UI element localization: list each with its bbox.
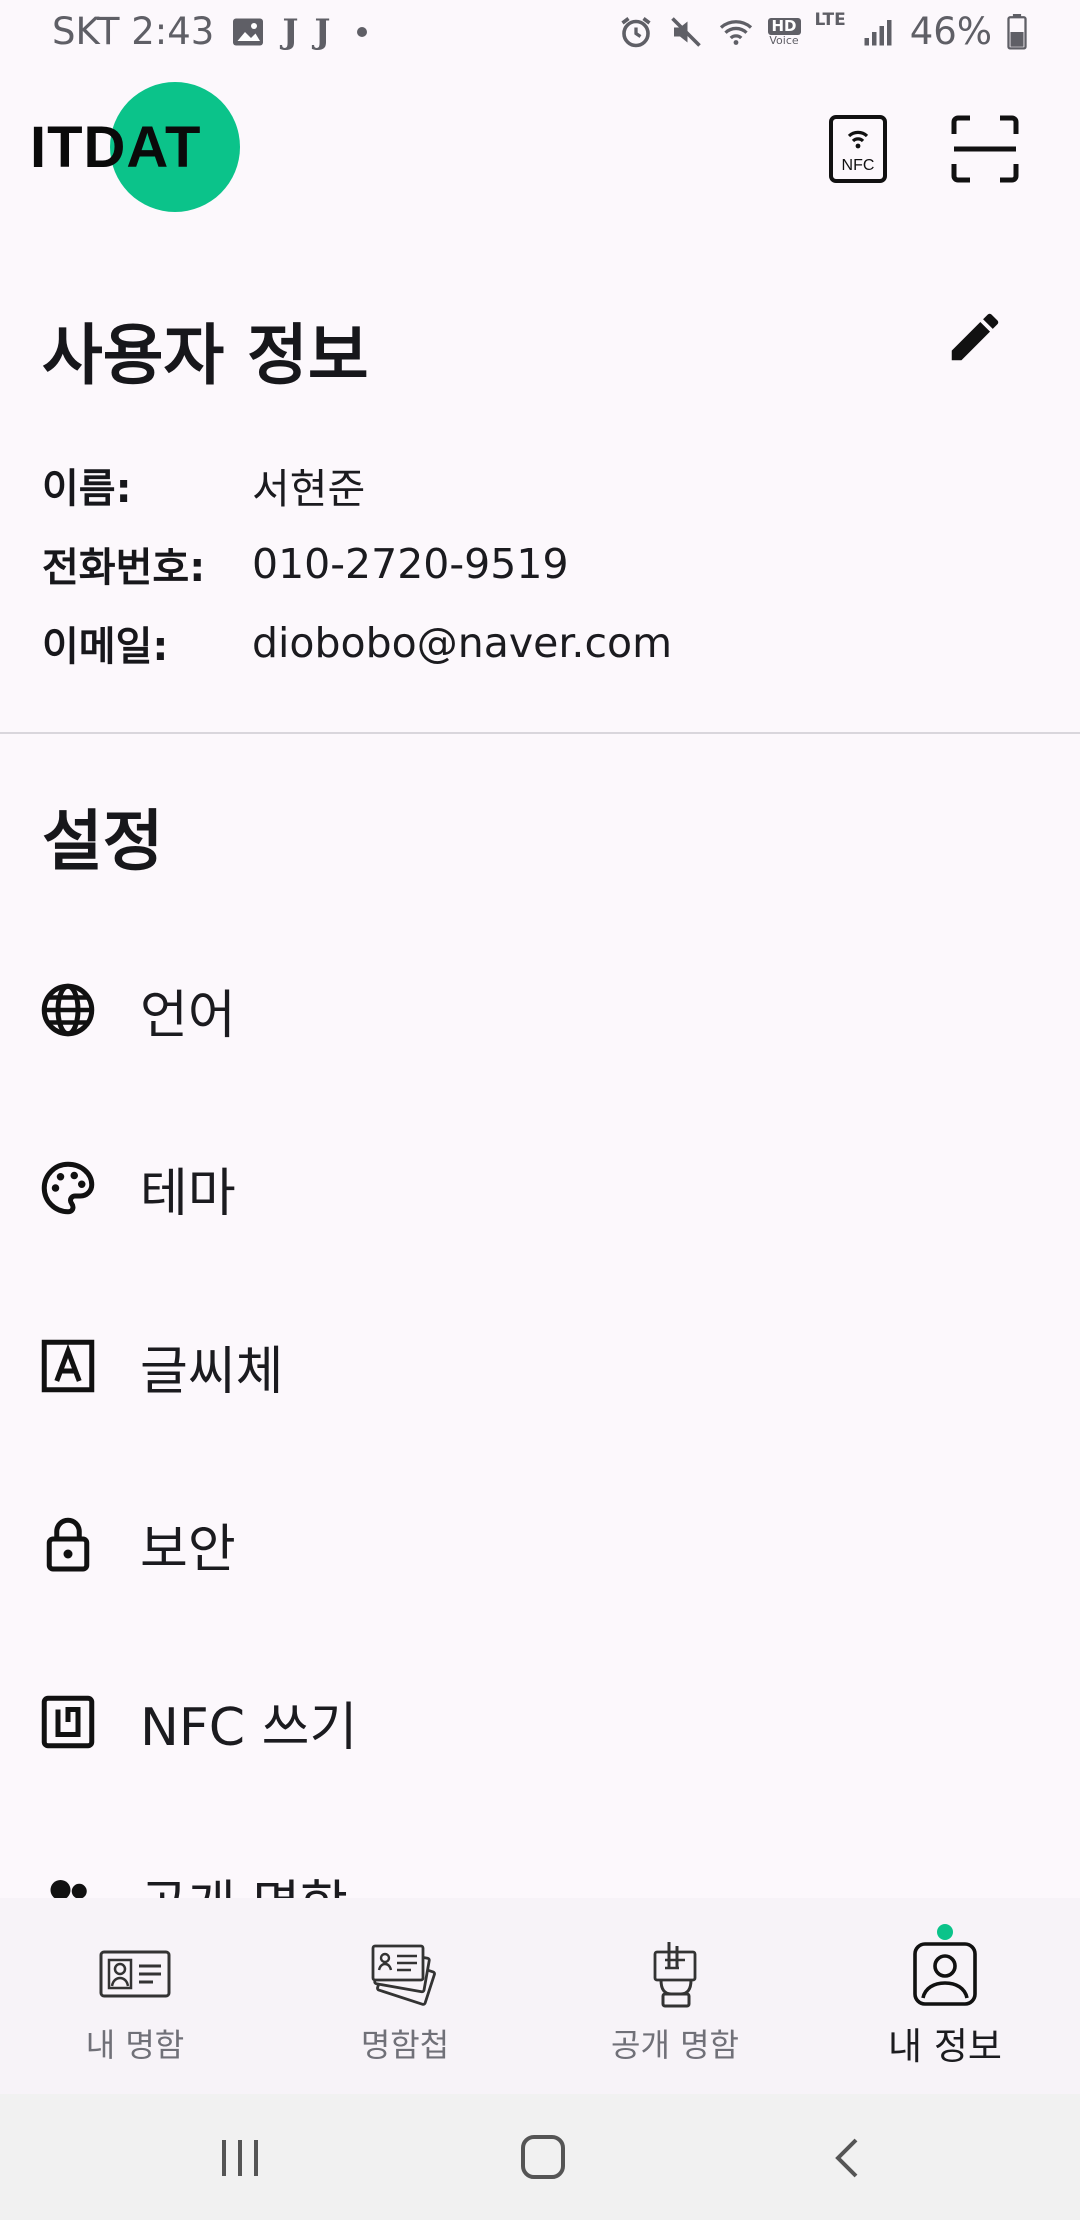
status-left: SKT 2:43 J J [52, 10, 367, 53]
nav-label: 공개 명함 [611, 2026, 739, 2064]
setting-item-theme[interactable]: 테마 [0, 1128, 1080, 1248]
section-divider [0, 732, 1080, 734]
nfc-button[interactable]: NFC [828, 114, 888, 184]
more-notifications-dot [356, 26, 367, 37]
nav-label: 내 명함 [85, 2026, 185, 2064]
setting-label: 보안 [140, 1519, 236, 1580]
info-label: 이메일: [42, 624, 169, 670]
hand-card-icon [653, 1942, 697, 2008]
nfc-icon [41, 1695, 95, 1749]
setting-item-language[interactable]: 언어 [0, 950, 1080, 1070]
setting-item-nfc-write[interactable]: NFC 쓰기 [0, 1662, 1080, 1782]
user-info-title: 사용자 정보 [42, 317, 369, 394]
nav-label: 명함첩 [360, 2026, 450, 2064]
recent-apps-icon[interactable] [218, 2134, 262, 2182]
globe-icon [41, 983, 95, 1037]
info-label: 이름: [42, 466, 132, 512]
lock-icon [46, 1517, 90, 1572]
lte-indicator: LTE [814, 10, 846, 30]
active-indicator-dot [937, 1924, 953, 1940]
info-value-email: diobobo@naver.com [252, 619, 673, 667]
info-row-phone: 전화번호: 010-2720-9519 [42, 534, 569, 594]
battery-percent: 46% [909, 10, 992, 53]
profile-icon [913, 1942, 977, 2006]
notification-glyph-2: J [314, 11, 331, 52]
bottom-navigation: 내 명함 명함첩 공개 명함 내 정보 [0, 1898, 1080, 2094]
setting-item-font[interactable]: 글씨체 [0, 1306, 1080, 1426]
status-bar: SKT 2:43 J J HD Voice LTE 46% [0, 0, 1080, 66]
image-icon [233, 18, 264, 45]
nav-item-public-card[interactable]: 공개 명함 [540, 1898, 810, 2094]
setting-label: NFC 쓰기 [140, 1697, 358, 1758]
info-row-name: 이름: 서현준 [42, 455, 365, 515]
logo-text: ITDAT [30, 115, 202, 180]
info-value-name: 서현준 [252, 465, 366, 513]
app-bar: ITDAT NFC [0, 70, 1080, 220]
back-icon[interactable] [828, 2134, 868, 2182]
info-row-email: 이메일: diobobo@naver.com [42, 613, 672, 673]
wifi-icon [719, 19, 752, 45]
hd-voice-badge: HD Voice [767, 16, 801, 47]
mute-icon [670, 16, 701, 47]
setting-item-security[interactable]: 보안 [0, 1484, 1080, 1604]
signal-icon [864, 19, 892, 45]
nav-item-card-book[interactable]: 명함첩 [270, 1898, 540, 2094]
font-icon [41, 1339, 95, 1393]
notification-glyph-1: J [282, 11, 299, 52]
setting-label: 글씨체 [140, 1341, 284, 1402]
info-value-phone: 010-2720-9519 [252, 540, 569, 588]
palette-icon [41, 1161, 95, 1215]
system-navigation-bar [0, 2094, 1080, 2220]
nfc-icon-text: NFC [842, 157, 875, 174]
info-label: 전화번호: [42, 545, 206, 591]
carrier-time: SKT 2:43 [52, 10, 215, 53]
alarm-icon [620, 16, 651, 47]
setting-label: 테마 [140, 1163, 236, 1224]
scan-button[interactable] [950, 114, 1020, 184]
nav-label-active: 내 정보 [888, 2025, 1002, 2068]
card-stack-icon [371, 1944, 436, 2006]
setting-label: 언어 [140, 985, 236, 1046]
nav-item-my-card[interactable]: 내 명함 [0, 1898, 270, 2094]
status-right: HD Voice LTE 46% [618, 10, 1029, 53]
home-icon[interactable] [518, 2132, 568, 2182]
battery-icon [1007, 13, 1027, 50]
settings-title: 설정 [42, 803, 164, 880]
edit-button[interactable] [944, 306, 1006, 368]
id-card-icon [99, 1950, 171, 1998]
